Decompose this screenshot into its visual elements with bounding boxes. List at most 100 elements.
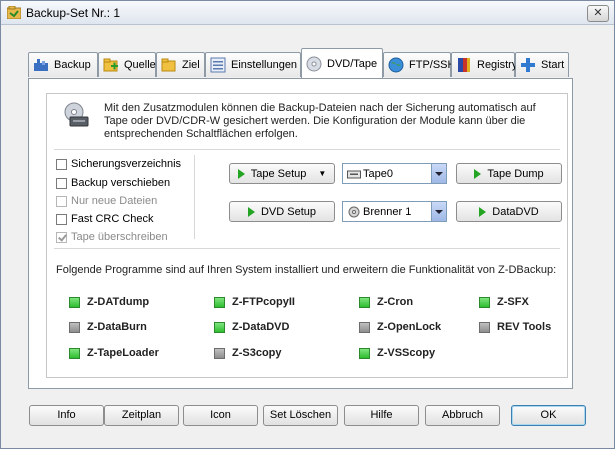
backup-set-window: Backup-Set Nr.: 1 ✕ Backup Quelle Ziel E… <box>0 0 615 449</box>
status-installed-icon <box>214 321 225 333</box>
module-z-cron: Z-Cron <box>359 296 413 308</box>
tab-ftp-ssh[interactable]: FTP/SSH <box>383 52 455 77</box>
dropdown-arrow-icon[interactable] <box>431 164 446 183</box>
ok-button[interactable]: OK <box>511 405 586 426</box>
module-label: Z-OpenLock <box>377 321 442 333</box>
status-not-installed-icon <box>214 347 225 359</box>
checkbox-fast-crc-check[interactable]: Fast CRC Check <box>56 212 154 226</box>
module-label: Z-FTPcopyII <box>232 296 295 308</box>
source-folder-icon <box>103 58 118 72</box>
checkbox-tape-ueberschreiben: Tape überschreiben <box>56 230 168 244</box>
zeitplan-button[interactable]: Zeitplan <box>104 405 179 426</box>
target-folder-icon <box>161 58 176 72</box>
module-z-sfx: Z-SFX <box>479 296 529 308</box>
module-z-databurn: Z-DataBurn <box>69 321 147 333</box>
checkbox-box <box>56 231 67 243</box>
title-bar: Backup-Set Nr.: 1 ✕ <box>1 1 614 25</box>
checkbox-nur-neue-dateien: Nur neue Dateien <box>56 194 157 208</box>
checkbox-box[interactable] <box>56 158 67 170</box>
checkbox-label: Tape überschreiben <box>71 231 168 243</box>
status-not-installed-icon <box>69 321 80 333</box>
play-icon <box>479 206 487 217</box>
separator-top <box>54 149 560 150</box>
tab-backup[interactable]: Backup <box>28 52 98 77</box>
module-label: Z-Cron <box>377 296 414 308</box>
module-label: Z-DataBurn <box>87 321 147 333</box>
status-installed-icon <box>214 296 225 308</box>
play-icon <box>237 168 245 179</box>
dvd-setup-button[interactable]: DVD Setup <box>229 201 335 222</box>
checkbox-label: Sicherungsverzeichnis <box>71 158 182 170</box>
set-loeschen-button[interactable]: Set Löschen <box>263 405 338 426</box>
info-button[interactable]: Info <box>29 405 104 426</box>
module-z-tapeloader: Z-TapeLoader <box>69 347 159 359</box>
button-label: Tape Setup <box>250 167 307 180</box>
play-icon <box>247 206 255 217</box>
tab-registry[interactable]: Registry <box>451 52 518 77</box>
module-label: Z-SFX <box>497 296 529 308</box>
module-label: Z-DataDVD <box>232 321 290 333</box>
status-installed-icon <box>359 296 370 308</box>
tab-label: FTP/SSH <box>409 59 456 71</box>
button-label: Tape Dump <box>487 167 544 180</box>
tab-label: Registry <box>477 59 518 71</box>
checkbox-box[interactable] <box>56 177 67 189</box>
checkbox-label: Nur neue Dateien <box>71 195 158 207</box>
checkbox-box[interactable] <box>56 213 67 225</box>
status-installed-icon <box>69 347 80 359</box>
close-button[interactable]: ✕ <box>587 5 609 22</box>
tab-label: DVD/Tape <box>327 57 378 70</box>
module-z-s3copy: Z-S3copy <box>214 347 282 359</box>
tape-device-select[interactable]: Tape0 <box>342 163 447 184</box>
data-dvd-button[interactable]: DataDVD <box>456 201 562 222</box>
dvd-device-select[interactable]: Brenner 1 <box>342 201 447 222</box>
disc-drive-icon <box>64 102 89 127</box>
registry-icon <box>458 58 470 72</box>
selected-value: Brenner 1 <box>363 205 412 218</box>
tab-einstellungen[interactable]: Einstellungen <box>205 52 301 77</box>
module-z-datdump: Z-DATdump <box>69 296 149 308</box>
icon-button[interactable]: Icon <box>183 405 258 426</box>
module-label: Z-S3copy <box>232 347 282 359</box>
tab-label: Backup <box>54 59 91 71</box>
abbruch-button[interactable]: Abbruch <box>425 405 500 426</box>
module-label: REV Tools <box>497 321 552 333</box>
status-installed-icon <box>359 347 370 359</box>
checkbox-sicherungsverzeichnis[interactable]: Sicherungsverzeichnis <box>56 157 181 171</box>
tab-quelle[interactable]: Quelle <box>98 52 156 77</box>
backup-icon <box>34 59 48 71</box>
status-installed-icon <box>69 296 80 308</box>
app-icon <box>7 6 21 19</box>
play-icon <box>474 168 482 179</box>
tab-label: Quelle <box>124 59 156 71</box>
tape-dump-button[interactable]: Tape Dump <box>456 163 562 184</box>
tab-label: Einstellungen <box>231 59 298 71</box>
tab-ziel[interactable]: Ziel <box>156 52 205 77</box>
button-label: DataDVD <box>492 205 539 218</box>
checkbox-box <box>56 195 67 207</box>
module-rev-tools: REV Tools <box>479 321 551 333</box>
status-not-installed-icon <box>359 321 370 333</box>
hilfe-button[interactable]: Hilfe <box>344 405 419 426</box>
module-label: Z-TapeLoader <box>87 347 159 359</box>
tab-start[interactable]: Start <box>515 52 569 77</box>
window-title: Backup-Set Nr.: 1 <box>26 6 121 20</box>
module-z-vsscopy: Z-VSScopy <box>359 347 435 359</box>
dropdown-arrow-icon[interactable] <box>431 202 446 221</box>
checkbox-label: Backup verschieben <box>71 177 171 189</box>
separator-vertical <box>194 155 195 239</box>
tape-setup-button[interactable]: Tape Setup ▼ <box>229 163 335 184</box>
globe-icon <box>388 57 404 73</box>
separator-middle <box>54 248 560 249</box>
module-z-openlock: Z-OpenLock <box>359 321 441 333</box>
module-label: Z-VSScopy <box>377 347 436 359</box>
module-label: Z-DATdump <box>87 296 150 308</box>
tab-label: Start <box>541 59 565 71</box>
tab-dvd-tape[interactable]: DVD/Tape <box>301 48 383 78</box>
checkbox-backup-verschieben[interactable]: Backup verschieben <box>56 176 170 190</box>
status-installed-icon <box>479 296 490 308</box>
intro-text: Mit den Zusatzmodulen können die Backup-… <box>104 102 536 140</box>
selected-value: Tape0 <box>363 167 393 180</box>
tape-drive-icon <box>347 170 361 178</box>
disc-icon <box>348 206 360 217</box>
